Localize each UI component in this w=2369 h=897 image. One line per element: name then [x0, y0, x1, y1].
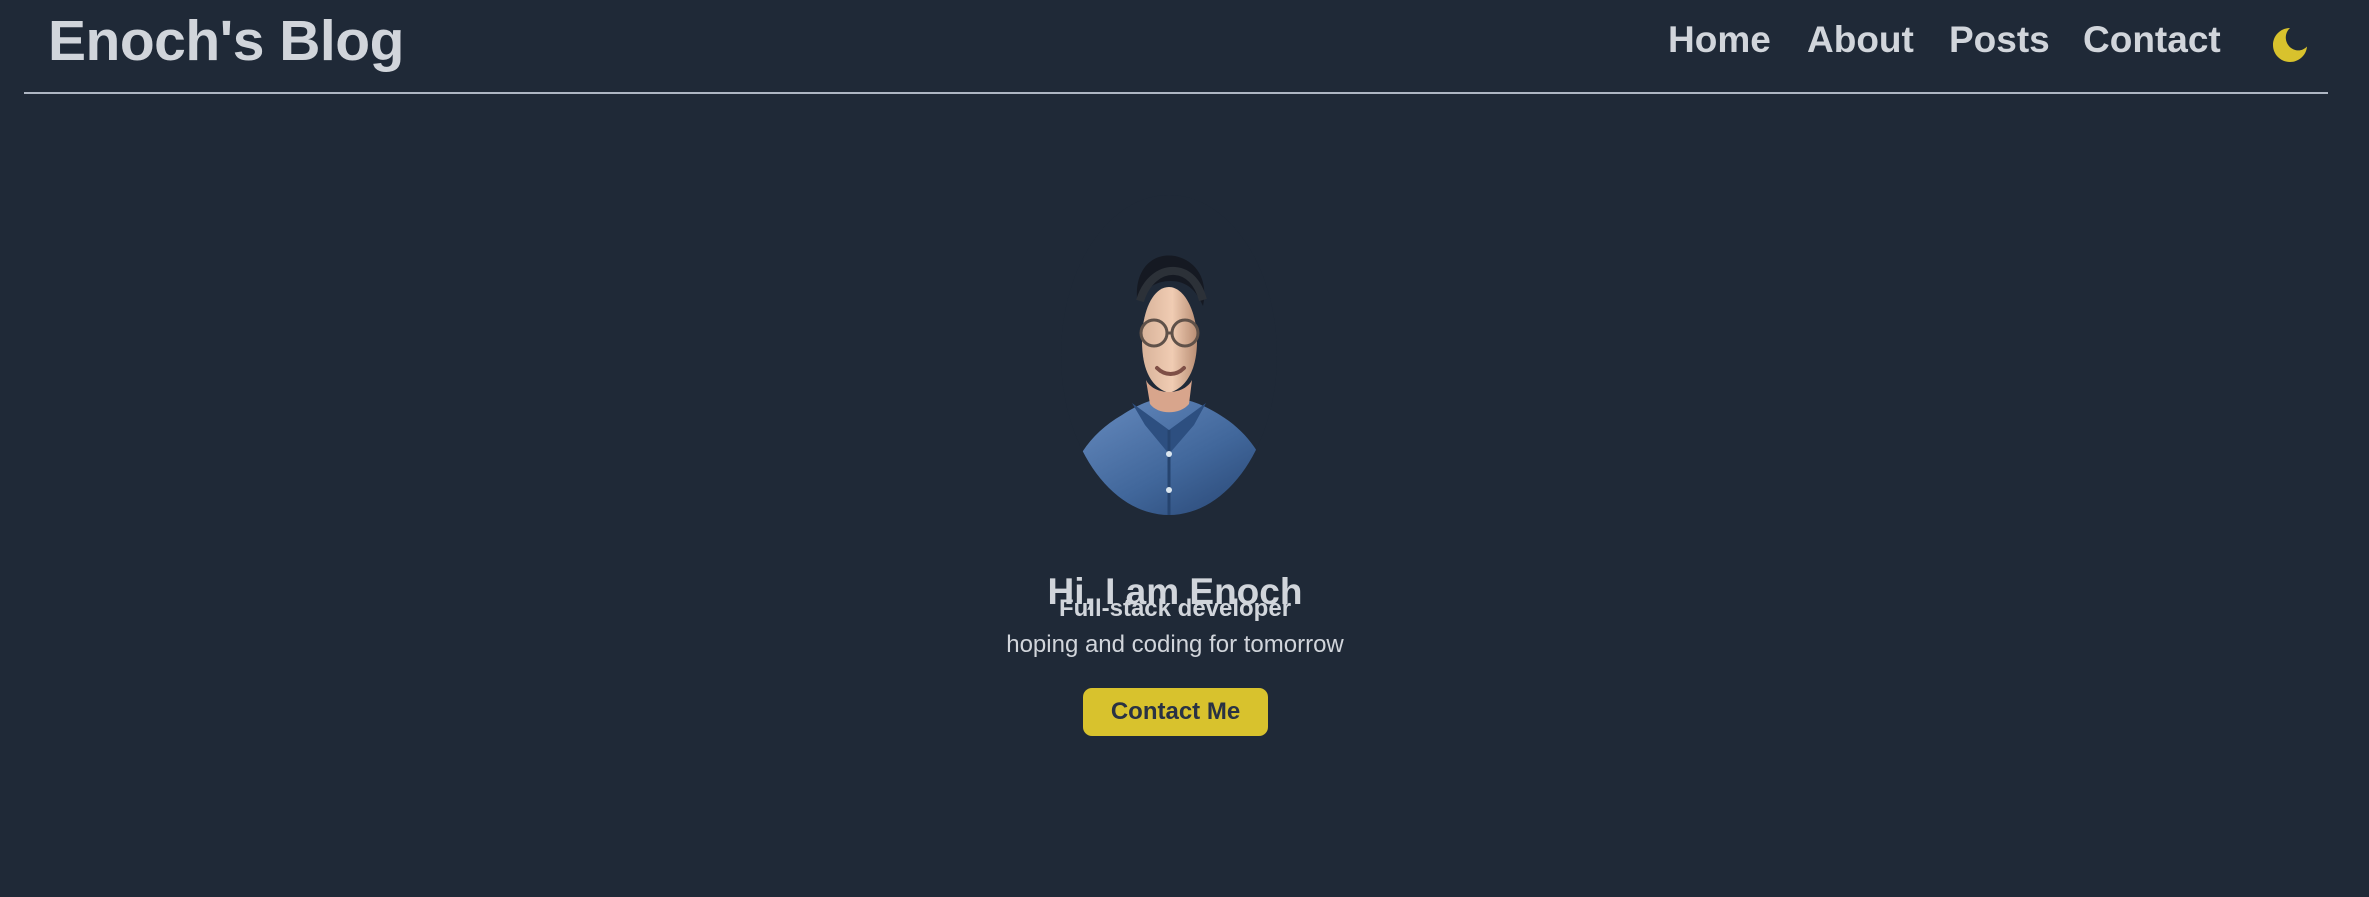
avatar: [1049, 190, 1289, 520]
hero-tagline: hoping and coding for tomorrow: [1006, 631, 1344, 658]
contact-me-button[interactable]: Contact Me: [1083, 688, 1268, 736]
hero-section: Hi, I am Enoch Full-stack developer hopi…: [0, 0, 2369, 897]
hero-subtitle: Full-stack developer: [1058, 595, 1292, 622]
